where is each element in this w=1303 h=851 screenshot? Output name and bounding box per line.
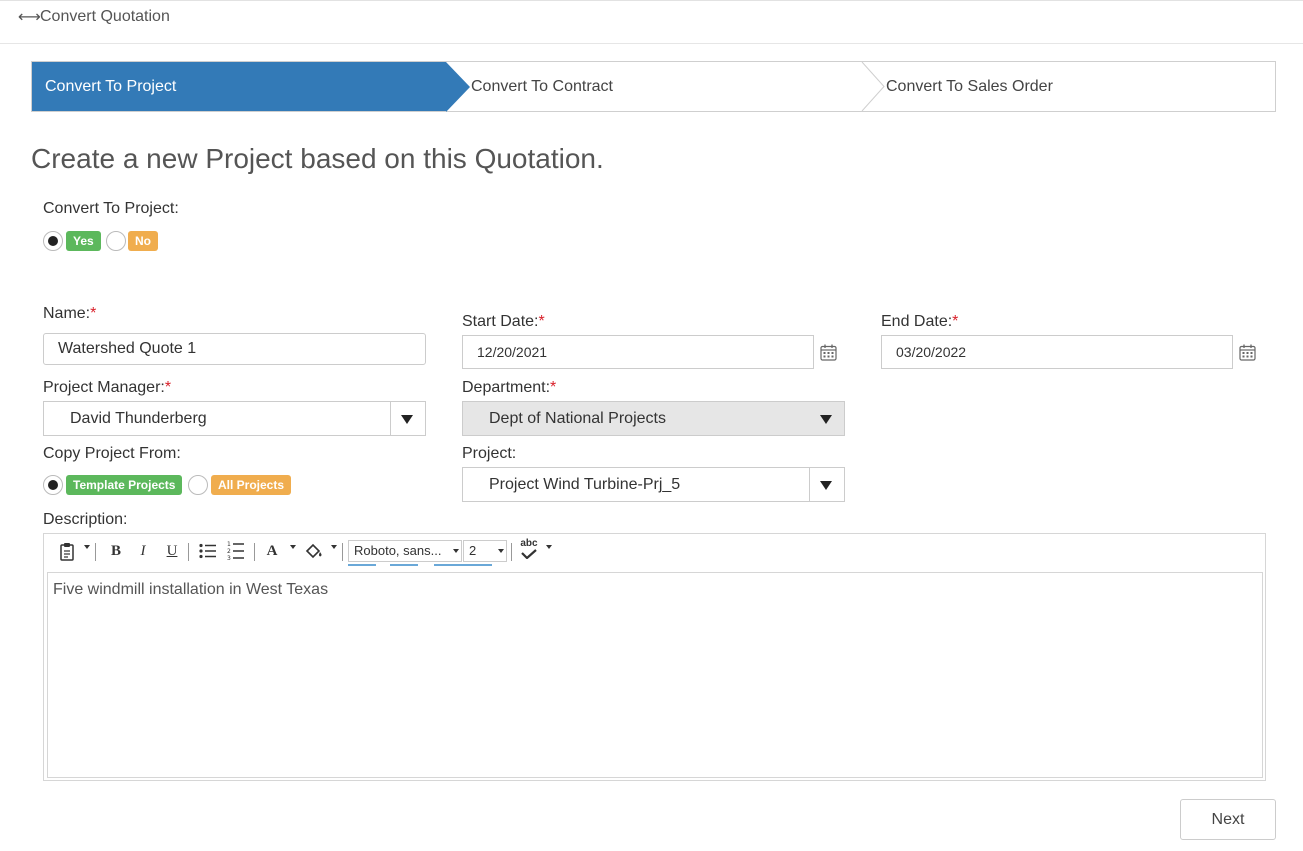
- calendar-icon[interactable]: [1239, 344, 1256, 361]
- toolbar-separator: [342, 543, 343, 561]
- description-label: Description:: [43, 511, 128, 528]
- project-select[interactable]: Project Wind Turbine-Prj_5: [462, 467, 845, 502]
- font-family-select[interactable]: Roboto, sans...: [348, 540, 462, 562]
- swap-horizontal-icon: ⟷: [18, 9, 41, 26]
- italic-button[interactable]: I: [135, 540, 151, 562]
- toolbar-separator: [511, 543, 512, 561]
- highlight-color-icon[interactable]: [305, 543, 323, 559]
- bulleted-list-icon[interactable]: [199, 543, 217, 559]
- underline-button[interactable]: U: [164, 540, 180, 562]
- font-size-select[interactable]: 2: [463, 540, 507, 562]
- font-indicator: [348, 564, 376, 566]
- department-value: Dept of National Projects: [489, 410, 666, 427]
- all-projects-radio[interactable]: [188, 475, 208, 495]
- svg-text:2: 2: [227, 548, 231, 555]
- toolbar-separator: [95, 543, 96, 561]
- all-projects-badge[interactable]: All Projects: [211, 475, 292, 495]
- next-button[interactable]: Next: [1180, 799, 1276, 840]
- toolbar-separator: [188, 543, 189, 561]
- convert-yes-radio[interactable]: [43, 231, 63, 251]
- yes-badge[interactable]: Yes: [66, 231, 101, 251]
- end-date-label: End Date:*: [881, 313, 959, 330]
- project-manager-select[interactable]: David Thunderberg: [43, 401, 426, 436]
- step-separator: [861, 62, 885, 111]
- copy-from-label: Copy Project From:: [43, 445, 181, 462]
- rich-text-editor: B I U 1 2 3 A Roboto, sans... 2 abc Five…: [43, 533, 1266, 781]
- required-marker: *: [538, 313, 545, 330]
- required-marker: *: [550, 379, 557, 396]
- svg-text:3: 3: [227, 555, 231, 561]
- convert-label: Convert To Project:: [43, 200, 179, 217]
- dropdown-toggle[interactable]: [809, 468, 844, 501]
- project-manager-label: Project Manager:*: [43, 379, 172, 396]
- svg-text:1: 1: [227, 541, 231, 548]
- dropdown-toggle[interactable]: [809, 402, 844, 435]
- step-convert-to-sales-order[interactable]: Convert To Sales Order: [886, 62, 1053, 111]
- project-label: Project:: [462, 445, 517, 462]
- name-input[interactable]: Watershed Quote 1: [43, 333, 426, 365]
- required-marker: *: [952, 313, 959, 330]
- dropdown-toggle[interactable]: [390, 402, 425, 435]
- project-manager-value: David Thunderberg: [70, 410, 207, 427]
- page-heading: Create a new Project based on this Quota…: [31, 143, 604, 174]
- bold-button[interactable]: B: [108, 540, 124, 562]
- highlight-dropdown-icon[interactable]: [331, 545, 337, 549]
- template-projects-radio[interactable]: [43, 475, 63, 495]
- font-family-value: Roboto, sans...: [354, 543, 442, 558]
- caret-down-icon: [820, 481, 832, 490]
- font-color-button[interactable]: A: [264, 540, 280, 562]
- calendar-icon[interactable]: [820, 344, 837, 361]
- required-marker: *: [164, 379, 172, 396]
- required-marker: *: [90, 305, 97, 322]
- font-indicator: [390, 564, 418, 566]
- step-convert-to-contract[interactable]: Convert To Contract: [471, 62, 613, 111]
- page-title: Convert Quotation: [40, 8, 170, 25]
- start-date-label: Start Date:*: [462, 313, 545, 330]
- numbered-list-icon[interactable]: 1 2 3: [227, 540, 245, 561]
- end-date-input[interactable]: 03/20/2022: [881, 335, 1233, 369]
- top-bar: ⟷ Convert Quotation: [0, 0, 1303, 44]
- description-editor-content[interactable]: Five windmill installation in West Texas: [47, 572, 1263, 778]
- chevron-down-icon: [498, 549, 504, 553]
- wizard-steps: Convert To Project Convert To Contract C…: [31, 61, 1276, 112]
- caret-down-icon: [401, 415, 413, 424]
- convert-no-radio[interactable]: [106, 231, 126, 251]
- template-projects-badge[interactable]: Template Projects: [66, 475, 183, 495]
- name-label: Name:*: [43, 305, 97, 322]
- font-indicator: [434, 564, 492, 566]
- step-convert-to-project[interactable]: Convert To Project: [32, 62, 446, 111]
- project-value: Project Wind Turbine-Prj_5: [489, 476, 681, 493]
- editor-toolbar: B I U 1 2 3 A Roboto, sans... 2 abc: [44, 534, 1265, 571]
- start-date-input[interactable]: 12/20/2021: [462, 335, 814, 369]
- caret-down-icon: [820, 415, 832, 424]
- department-select[interactable]: Dept of National Projects: [462, 401, 845, 436]
- step-arrow: [446, 62, 470, 112]
- font-size-value: 2: [469, 543, 477, 558]
- toolbar-separator: [254, 543, 255, 561]
- spellcheck-dropdown-icon[interactable]: [546, 545, 552, 549]
- department-label: Department:*: [462, 379, 557, 396]
- chevron-down-icon: [453, 549, 459, 553]
- paste-dropdown-icon[interactable]: [84, 545, 90, 549]
- no-badge[interactable]: No: [128, 231, 158, 251]
- clipboard-icon[interactable]: [59, 542, 75, 561]
- checkmark-icon: [521, 549, 537, 559]
- font-color-dropdown-icon[interactable]: [290, 545, 296, 549]
